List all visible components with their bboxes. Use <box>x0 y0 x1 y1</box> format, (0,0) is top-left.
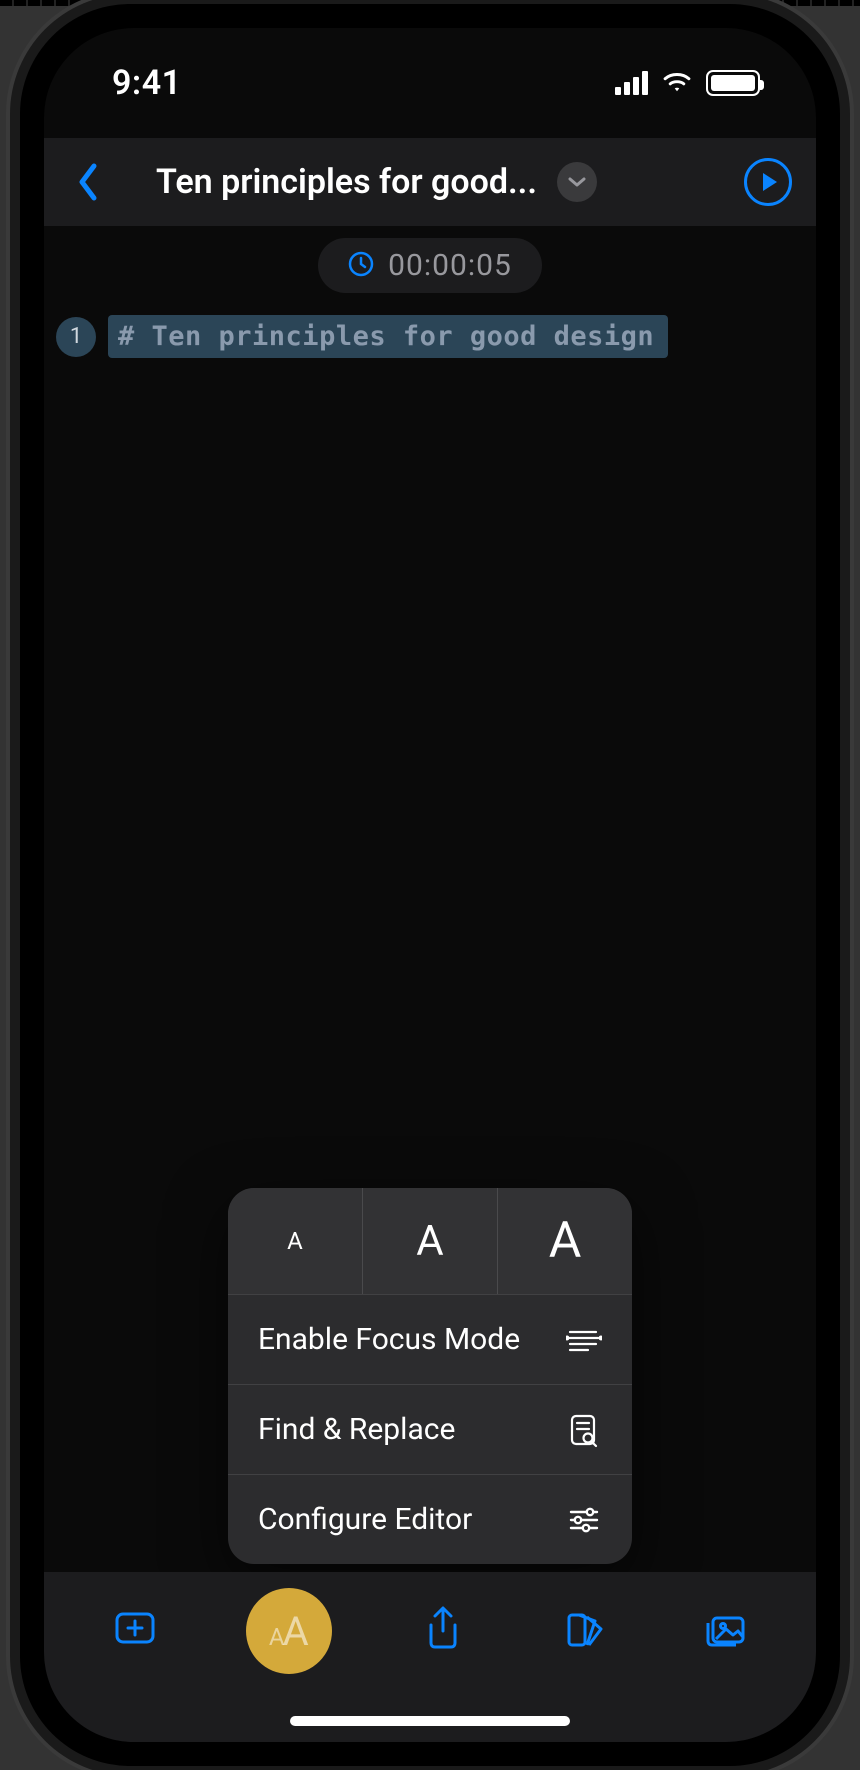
editor-area[interactable]: 1 # Ten principles for good design <box>44 299 816 374</box>
status-icons <box>615 68 760 98</box>
nav-bar: Ten principles for good... <box>44 138 816 226</box>
screen: 9:41 <box>44 28 816 1742</box>
timer-value: 00:00:05 <box>388 248 512 283</box>
sliders-icon <box>566 1502 602 1538</box>
menu-item-focus-mode[interactable]: Enable Focus Mode <box>228 1294 632 1384</box>
menu-item-find-replace[interactable]: Find & Replace <box>228 1384 632 1474</box>
focus-mode-icon <box>566 1322 602 1358</box>
find-replace-icon <box>566 1412 602 1448</box>
menu-item-label: Enable Focus Mode <box>258 1322 520 1357</box>
plus-square-icon <box>112 1605 158 1655</box>
cellular-icon <box>615 71 648 95</box>
wifi-icon <box>660 68 694 98</box>
play-button[interactable] <box>744 158 792 206</box>
font-size-segmented: A A A <box>228 1188 632 1294</box>
line-number: 1 <box>56 317 96 357</box>
add-button[interactable] <box>105 1600 165 1660</box>
theme-button[interactable] <box>554 1600 614 1660</box>
text-options-popup: A A A Enable Focus Mode <box>228 1188 632 1564</box>
font-size-large-button[interactable]: A <box>498 1188 632 1294</box>
share-button[interactable] <box>413 1600 473 1660</box>
menu-item-configure-editor[interactable]: Configure Editor <box>228 1474 632 1564</box>
editor-line[interactable]: 1 # Ten principles for good design <box>56 315 804 358</box>
clock-icon <box>348 251 374 281</box>
battery-icon <box>706 70 760 96</box>
photos-icon <box>702 1605 748 1655</box>
gallery-button[interactable] <box>695 1600 755 1660</box>
text-appearance-button[interactable]: AA <box>246 1588 332 1674</box>
home-indicator[interactable] <box>290 1716 570 1726</box>
font-size-medium-button[interactable]: A <box>363 1188 498 1294</box>
back-button[interactable] <box>68 162 108 202</box>
line-content[interactable]: # Ten principles for good design <box>108 315 668 358</box>
menu-item-label: Find & Replace <box>258 1412 455 1447</box>
font-size-small-button[interactable]: A <box>228 1188 363 1294</box>
title-dropdown-button[interactable] <box>557 162 597 202</box>
menu-item-label: Configure Editor <box>258 1502 472 1537</box>
device-frame: 9:41 <box>20 4 840 1766</box>
share-icon <box>420 1605 466 1655</box>
swatch-icon <box>561 1605 607 1655</box>
status-time: 9:41 <box>112 63 182 103</box>
page-title[interactable]: Ten principles for good... <box>156 162 537 202</box>
aa-icon: AA <box>269 1608 309 1655</box>
timer-pill[interactable]: 00:00:05 <box>318 238 542 293</box>
status-bar: 9:41 <box>44 28 816 138</box>
